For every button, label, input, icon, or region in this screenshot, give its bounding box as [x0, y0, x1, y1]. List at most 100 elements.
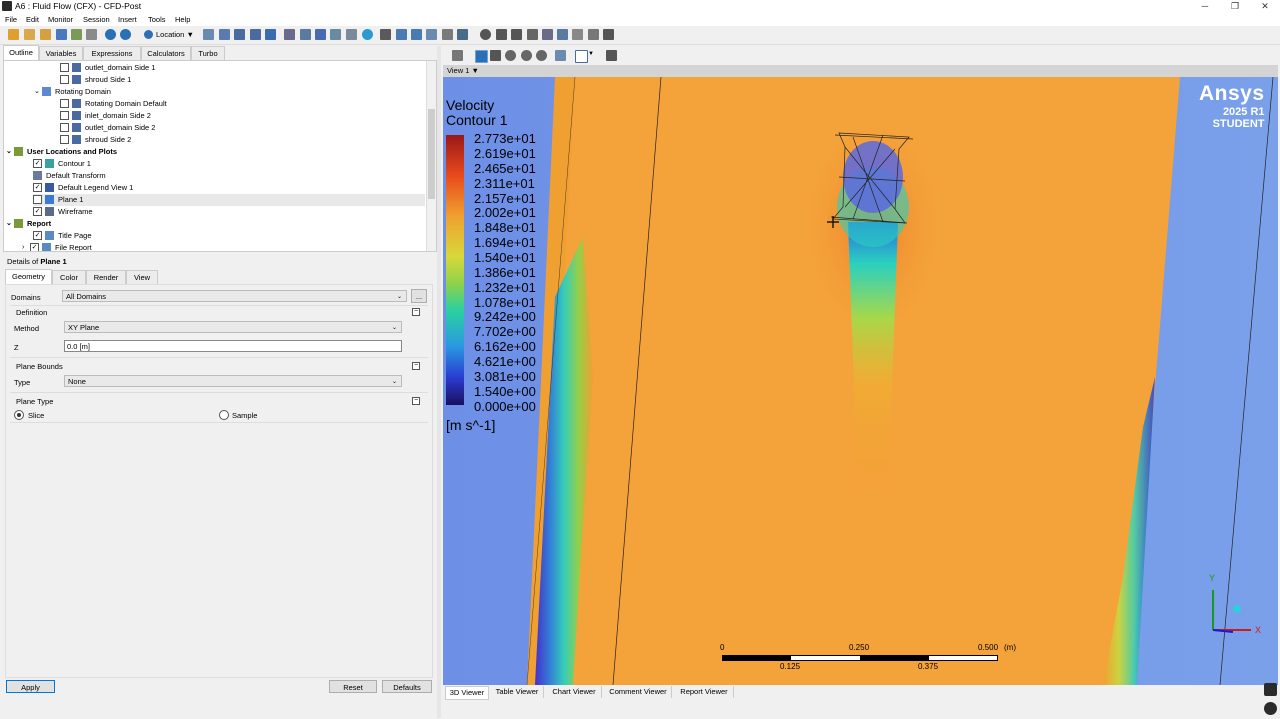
comment-icon[interactable] — [442, 29, 453, 40]
coordinate-frame-icon[interactable] — [300, 29, 311, 40]
z-input[interactable]: 0.0 [m] — [64, 340, 402, 352]
tree-item[interactable]: ✓ Title Page — [33, 230, 92, 242]
type-select[interactable]: None ⌄ — [64, 375, 402, 387]
tree-item[interactable]: shroud Side 2 — [60, 134, 131, 146]
command-editor-icon[interactable] — [603, 29, 614, 40]
tree-item[interactable]: ✓ Contour 1 — [33, 158, 91, 170]
print-icon[interactable] — [86, 29, 97, 40]
tree-item[interactable]: inlet_domain Side 2 — [60, 110, 151, 122]
domains-select[interactable]: All Domains ⌄ — [62, 290, 407, 302]
chevron-down-icon[interactable]: ⌄ — [34, 86, 42, 98]
restore-button[interactable]: ❐ — [1220, 0, 1250, 13]
domains-more-button[interactable]: ... — [411, 289, 427, 303]
tab-variables[interactable]: Variables — [39, 46, 83, 60]
case-comparison-icon[interactable] — [572, 29, 583, 40]
visibility-checkbox[interactable] — [60, 134, 69, 144]
tree-item-selected[interactable]: Plane 1 — [33, 194, 425, 206]
tree-scrollbar[interactable] — [426, 61, 436, 251]
panel-splitter[interactable] — [437, 46, 441, 718]
tab-report-viewer[interactable]: Report Viewer — [675, 686, 734, 698]
settings-icon[interactable] — [1264, 702, 1277, 715]
new-icon[interactable] — [8, 29, 19, 40]
tree-item[interactable]: ⌄ User Locations and Plots — [6, 146, 117, 158]
load-icon[interactable] — [40, 29, 51, 40]
slice-radio[interactable] — [14, 410, 24, 420]
probe-icon[interactable] — [527, 29, 538, 40]
pan-icon[interactable] — [490, 50, 501, 61]
redo-icon[interactable] — [120, 29, 131, 40]
clip-plane-icon[interactable] — [346, 29, 357, 40]
timestep-icon[interactable] — [480, 29, 491, 40]
instance-transform-icon[interactable] — [330, 29, 341, 40]
microphone-icon[interactable] — [1264, 683, 1277, 696]
visibility-checkbox[interactable]: ✓ — [30, 242, 39, 251]
tab-3d-viewer[interactable]: 3D Viewer — [445, 686, 489, 700]
chevron-right-icon[interactable]: › — [22, 242, 30, 251]
defaults-button[interactable]: Defaults — [382, 680, 432, 693]
chevron-down-icon[interactable]: ▼ — [588, 51, 594, 57]
menu-session[interactable]: Session — [83, 15, 110, 24]
undo-icon[interactable] — [105, 29, 116, 40]
contour-icon[interactable] — [219, 29, 230, 40]
tab-chart-viewer[interactable]: Chart Viewer — [547, 686, 602, 698]
tab-geometry[interactable]: Geometry — [5, 269, 52, 284]
streamline-icon[interactable] — [234, 29, 245, 40]
figure-icon[interactable] — [457, 29, 468, 40]
tab-view[interactable]: View — [126, 270, 158, 284]
visibility-checkbox[interactable] — [60, 62, 69, 72]
minimize-button[interactable]: ─ — [1190, 0, 1220, 13]
sample-radio[interactable] — [219, 410, 229, 420]
legend-icon[interactable] — [315, 29, 326, 40]
zoom-box-icon[interactable] — [521, 50, 532, 61]
tab-color[interactable]: Color — [52, 270, 86, 284]
visibility-checkbox[interactable]: ✓ — [33, 230, 42, 240]
visibility-checkbox[interactable]: ✓ — [33, 158, 42, 168]
tab-expressions[interactable]: Expressions — [83, 46, 141, 60]
menu-insert[interactable]: Insert — [118, 15, 137, 24]
rotate-icon[interactable] — [475, 50, 488, 63]
menu-edit[interactable]: Edit — [26, 15, 39, 24]
tab-turbo[interactable]: Turbo — [191, 46, 225, 60]
view-selector[interactable]: View 1 ▼ — [447, 66, 479, 75]
tree-item[interactable]: outlet_domain Side 2 — [60, 122, 155, 134]
location-dropdown[interactable]: Location ▼ — [142, 28, 194, 42]
tab-calculators[interactable]: Calculators — [141, 46, 191, 60]
tree-item[interactable]: › ✓ File Report — [22, 242, 92, 251]
save-icon[interactable] — [56, 29, 67, 40]
variable-icon[interactable] — [380, 29, 391, 40]
animation-icon[interactable] — [496, 29, 507, 40]
export-icon[interactable] — [71, 29, 82, 40]
tree-item[interactable]: ⌄ Rotating Domain — [34, 86, 111, 98]
select-icon[interactable] — [452, 50, 463, 61]
turbo-icon[interactable] — [588, 29, 599, 40]
viewport-layout-icon[interactable] — [575, 50, 588, 63]
particle-track-icon[interactable] — [250, 29, 261, 40]
tab-table-viewer[interactable]: Table Viewer — [491, 686, 544, 698]
menu-tools[interactable]: Tools — [148, 15, 166, 24]
symbol-icon[interactable] — [284, 29, 295, 40]
highlight-icon[interactable] — [606, 50, 617, 61]
macro-icon[interactable] — [557, 29, 568, 40]
scrollbar-thumb[interactable] — [428, 109, 435, 199]
definition-collapse-icon[interactable]: − — [412, 308, 420, 316]
menu-file[interactable]: File — [5, 15, 17, 24]
expression-icon[interactable] — [396, 29, 407, 40]
tree-item[interactable]: shroud Side 1 — [60, 74, 131, 86]
open-icon[interactable] — [24, 29, 35, 40]
tree-item[interactable]: ✓ Wireframe — [33, 206, 93, 218]
chevron-down-icon[interactable]: ⌄ — [6, 218, 14, 230]
tab-outline[interactable]: Outline — [3, 45, 39, 60]
tree-item[interactable]: Default Transform — [33, 170, 106, 182]
color-map-icon[interactable] — [362, 29, 373, 40]
apply-button[interactable]: Apply — [6, 680, 55, 693]
fit-view-icon[interactable] — [555, 50, 566, 61]
visibility-checkbox[interactable] — [60, 74, 69, 84]
function-calculator-icon[interactable] — [542, 29, 553, 40]
quick-editor-icon[interactable] — [511, 29, 522, 40]
visibility-checkbox[interactable]: ✓ — [33, 206, 42, 216]
method-select[interactable]: XY Plane ⌄ — [64, 321, 402, 333]
table-icon[interactable] — [411, 29, 422, 40]
tree-item[interactable]: Rotating Domain Default — [60, 98, 167, 110]
menu-help[interactable]: Help — [175, 15, 190, 24]
reset-button[interactable]: Reset — [329, 680, 377, 693]
